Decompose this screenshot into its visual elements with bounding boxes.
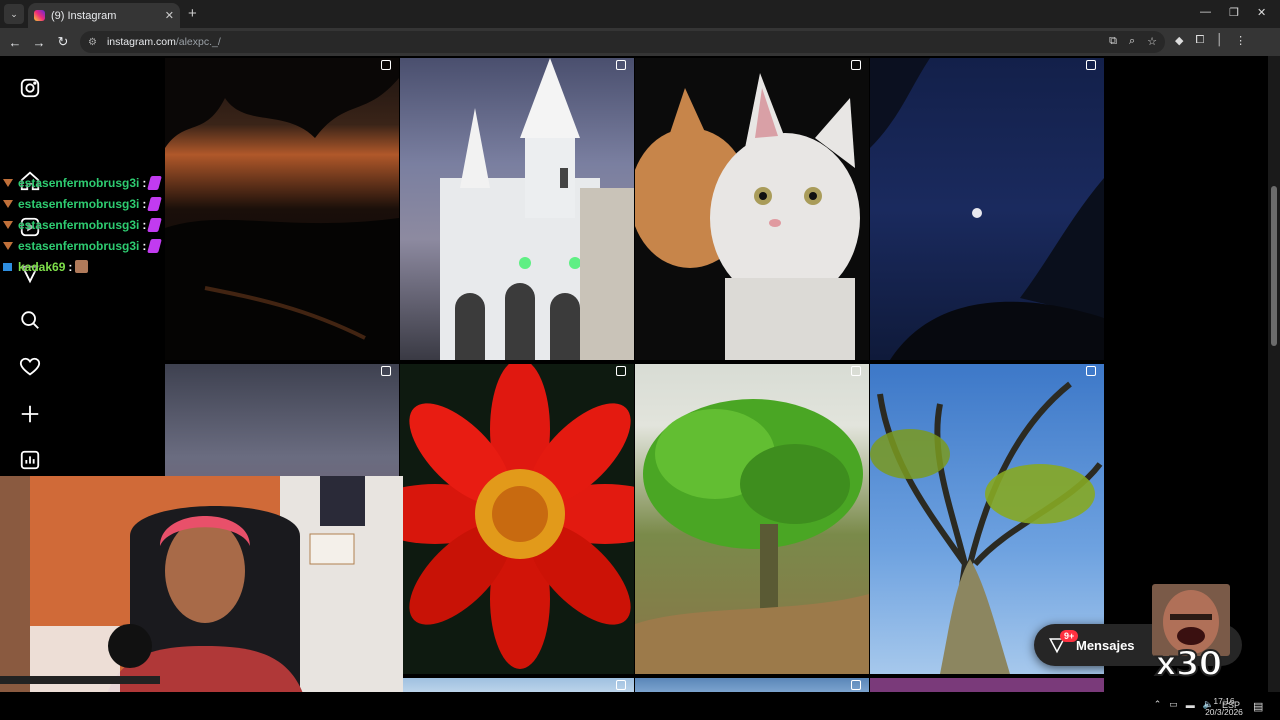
sunset-river-image [165,58,399,360]
messages-label: Mensajes [1076,637,1135,653]
church-image [440,58,634,360]
reaction-count: x30 [1154,643,1223,685]
post-cats[interactable] [635,58,869,360]
chat-colon: : [68,259,73,274]
chat-message: kadak69 : [2,256,172,277]
chat-message: estasenfermobrusg3i : [2,193,172,214]
chat-message: estasenfermobrusg3i : [2,172,172,193]
post-moon[interactable] [870,58,1104,360]
chat-badge-icon [3,178,13,187]
post-row3-b[interactable] [635,678,869,692]
chat-username: kadak69 [18,259,66,274]
browser-menu-icon[interactable]: ⋮ [1235,34,1246,47]
site-info-icon[interactable]: ⚙ [88,37,97,48]
carousel-icon [851,366,861,376]
tray-network-icon[interactable]: ▭ [1169,699,1178,710]
extensions-puzzle-icon[interactable]: ⧠ [1195,34,1204,47]
zoom-icon[interactable]: ⌕ [1129,35,1135,48]
instagram-icon[interactable] [19,77,41,99]
url-path: /alexpc._/ [175,36,221,48]
carousel-icon [851,680,861,690]
carousel-icon [381,60,391,70]
browser-tab-bar: ⌄ (9) Instagram ✕ + — ❐ ✕ [0,0,1280,28]
carousel-icon [1086,60,1096,70]
tab-search-icon[interactable]: ⌄ [4,4,24,24]
notification-icon[interactable]: ▤ [1253,700,1263,713]
windows-taskbar: ⌃ ▭ ▬ 🔈 ESP [0,692,1280,720]
back-icon[interactable]: ← [3,35,27,50]
url-host: instagram.com [106,36,176,48]
plus-icon[interactable] [19,403,41,425]
chat-colon: : [142,217,147,232]
carousel-icon [616,366,626,376]
profile-icon[interactable]: │ [1216,34,1223,47]
reload-icon[interactable]: ↻ [51,34,75,50]
chat-emote-icon [147,196,163,211]
chat-badge-icon [3,220,13,229]
post-green-tree[interactable] [635,364,869,674]
chat-message: estasenfermobrusg3i : [2,214,172,235]
moon-palm-image [870,58,1104,360]
browser-toolbar: ← → ↻ ⚙ instagram.com/alexpc._/ ⧉ ⌕ ☆ ◆ … [0,28,1280,56]
chat-username: estasenfermobrusg3i [18,217,140,232]
chat-colon: : [142,196,147,211]
chat-username: estasenfermobrusg3i [18,175,140,190]
chat-emote-icon [147,217,163,232]
chat-emote-icon [147,238,163,253]
extension-icon[interactable]: ◆ [1175,34,1183,47]
install-app-icon[interactable]: ⧉ [1109,35,1117,48]
chat-colon: : [142,238,147,253]
window-close-icon[interactable]: ✕ [1257,6,1266,19]
heart-icon[interactable] [19,356,41,378]
address-bar[interactable]: ⚙ instagram.com/alexpc._/ ⧉ ⌕ ☆ [80,31,1165,53]
carousel-icon [1086,366,1096,376]
chat-badge-icon [3,241,13,250]
tray-chevron-icon[interactable]: ⌃ [1154,699,1162,710]
carousel-icon [851,60,861,70]
restore-icon[interactable]: ❐ [1229,6,1239,19]
browser-tab[interactable]: (9) Instagram ✕ [28,3,180,28]
post-sunset-river[interactable] [165,58,399,360]
forward-icon[interactable]: → [27,35,51,50]
tray-battery-icon[interactable]: ▬ [1186,700,1195,710]
chat-colon: : [142,175,147,190]
bookmark-star-icon[interactable]: ☆ [1147,35,1157,48]
cats-image [635,73,860,360]
carousel-icon [616,680,626,690]
chat-message: estasenfermobrusg3i : [2,235,172,256]
webcam-image [0,476,403,720]
chat-badge-icon [3,262,12,271]
instagram-favicon-icon [34,10,45,21]
post-church[interactable] [400,58,634,360]
post-red-flower[interactable] [400,364,634,674]
chat-badge-icon [3,199,13,208]
chat-emote-icon [147,175,163,190]
post-row3-a[interactable] [400,678,634,692]
chat-username: estasenfermobrusg3i [18,238,140,253]
stream-chat-overlay: estasenfermobrusg3i : estasenfermobrusg3… [2,172,172,277]
new-tab-button[interactable]: + [188,5,197,22]
streamer-webcam [0,476,403,720]
insights-icon[interactable] [19,449,41,471]
carousel-icon [381,366,391,376]
scroll-thumb[interactable] [1271,186,1277,346]
messages-badge: 9+ [1060,630,1079,642]
search-icon[interactable] [19,309,41,331]
red-flower-image [400,364,634,669]
carousel-icon [616,60,626,70]
minimize-icon[interactable]: — [1200,6,1211,18]
taskbar-clock[interactable]: 17:16 20/3/2026 [1200,696,1248,718]
tab-title: (9) Instagram [51,9,117,22]
chat-emote-icon [75,260,89,273]
tab-close-icon[interactable]: ✕ [165,9,174,22]
clock-time: 17:16 [1213,696,1235,706]
clock-date: 20/3/2026 [1205,707,1243,717]
green-tree-image [635,399,869,674]
post-row3-c[interactable] [870,678,1104,692]
chat-username: estasenfermobrusg3i [18,196,140,211]
page-scrollbar[interactable] [1268,56,1280,692]
